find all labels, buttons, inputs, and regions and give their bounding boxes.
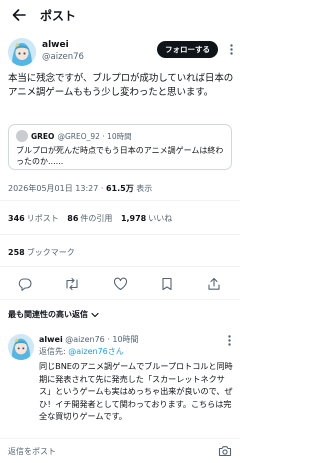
back-button[interactable] [4, 0, 34, 30]
replies-section-title: 最も関連性の高い返信 [8, 310, 88, 319]
divider [0, 266, 240, 267]
reply-author-name[interactable]: alwei [39, 335, 63, 344]
quote-avatar [16, 130, 28, 142]
camera-icon [218, 446, 232, 457]
bookmarks-stat[interactable]: 258 ブックマーク [8, 247, 75, 258]
reply-text: 同じBNEのアニメ調ゲームでブループロトコルと同時期に発表されて先に発売した「ス… [39, 361, 233, 421]
reply-composer [0, 438, 240, 463]
divider [0, 200, 240, 201]
repost-button[interactable] [63, 275, 81, 293]
more-vertical-icon [227, 334, 231, 346]
views-count: 61.5万 [105, 184, 134, 193]
share-button[interactable] [205, 275, 223, 293]
quoted-post[interactable]: GREO @GREO_92 · 10時間 ブルプロが死んだ時点でもう日本のアニメ… [8, 124, 232, 170]
top-bar: ポスト [0, 0, 240, 30]
camera-button[interactable] [218, 445, 232, 457]
quote-handle-time: @GREO_92 · 10時間 [57, 131, 132, 141]
quotes-stat[interactable]: 86 件の引用 [67, 214, 112, 223]
arrow-left-icon [12, 9, 26, 21]
reply-input[interactable] [8, 446, 188, 456]
bookmark-icon [162, 277, 172, 291]
divider [0, 234, 240, 235]
like-button[interactable] [111, 275, 129, 293]
post-author: alwei @aizen76 フォローする [8, 38, 233, 66]
repost-icon [66, 277, 78, 291]
more-options-button[interactable] [226, 43, 236, 55]
reply-button[interactable] [16, 275, 34, 293]
author-name[interactable]: alwei [42, 40, 69, 50]
timestamp-text: 2026年05月01日 13:27 · [8, 184, 106, 193]
avatar[interactable] [8, 334, 34, 360]
likes-stat[interactable]: 1,978 いいね [121, 214, 172, 223]
like-icon [113, 277, 127, 291]
share-icon [208, 277, 220, 290]
reply-more-button[interactable] [224, 334, 234, 346]
follow-button[interactable]: フォローする [157, 41, 218, 58]
reposts-stat[interactable]: 346 リポスト [8, 214, 59, 223]
quote-text: ブルプロが死んだ時点でもう日本のアニメ調ゲームは終わったのか...... [16, 146, 224, 166]
engagement-stats: 346 リポスト 86 件の引用 1,978 いいね [8, 213, 178, 224]
reply-icon [18, 278, 32, 291]
bookmark-button[interactable] [158, 275, 176, 293]
chevron-down-icon [91, 312, 99, 317]
avatar[interactable] [8, 38, 36, 66]
post-timestamp: 2026年05月01日 13:27 · 61.5万 表示 [8, 183, 152, 194]
quote-author-name: GREO [31, 131, 55, 141]
reply-to-line: 返信先: @aizen76さん [39, 347, 124, 356]
more-vertical-icon [229, 43, 233, 55]
replies-sort-toggle[interactable]: 最も関連性の高い返信 [8, 309, 99, 320]
divider [0, 299, 240, 300]
page-title: ポスト [40, 8, 77, 23]
views-label: 表示 [133, 184, 153, 193]
reply-handle-time: @aizen76 · 10時間 [62, 335, 139, 344]
author-handle[interactable]: @aizen76 [42, 52, 84, 62]
reply-to-handle[interactable]: @aizen76さん [68, 347, 124, 356]
reply-header: alwei @aizen76 · 10時間 [39, 334, 139, 345]
post-text: 本当に残念ですが、ブルプロが成功していれば日本のアニメ調ゲームももう少し変わった… [8, 73, 234, 98]
action-bar [0, 268, 240, 298]
